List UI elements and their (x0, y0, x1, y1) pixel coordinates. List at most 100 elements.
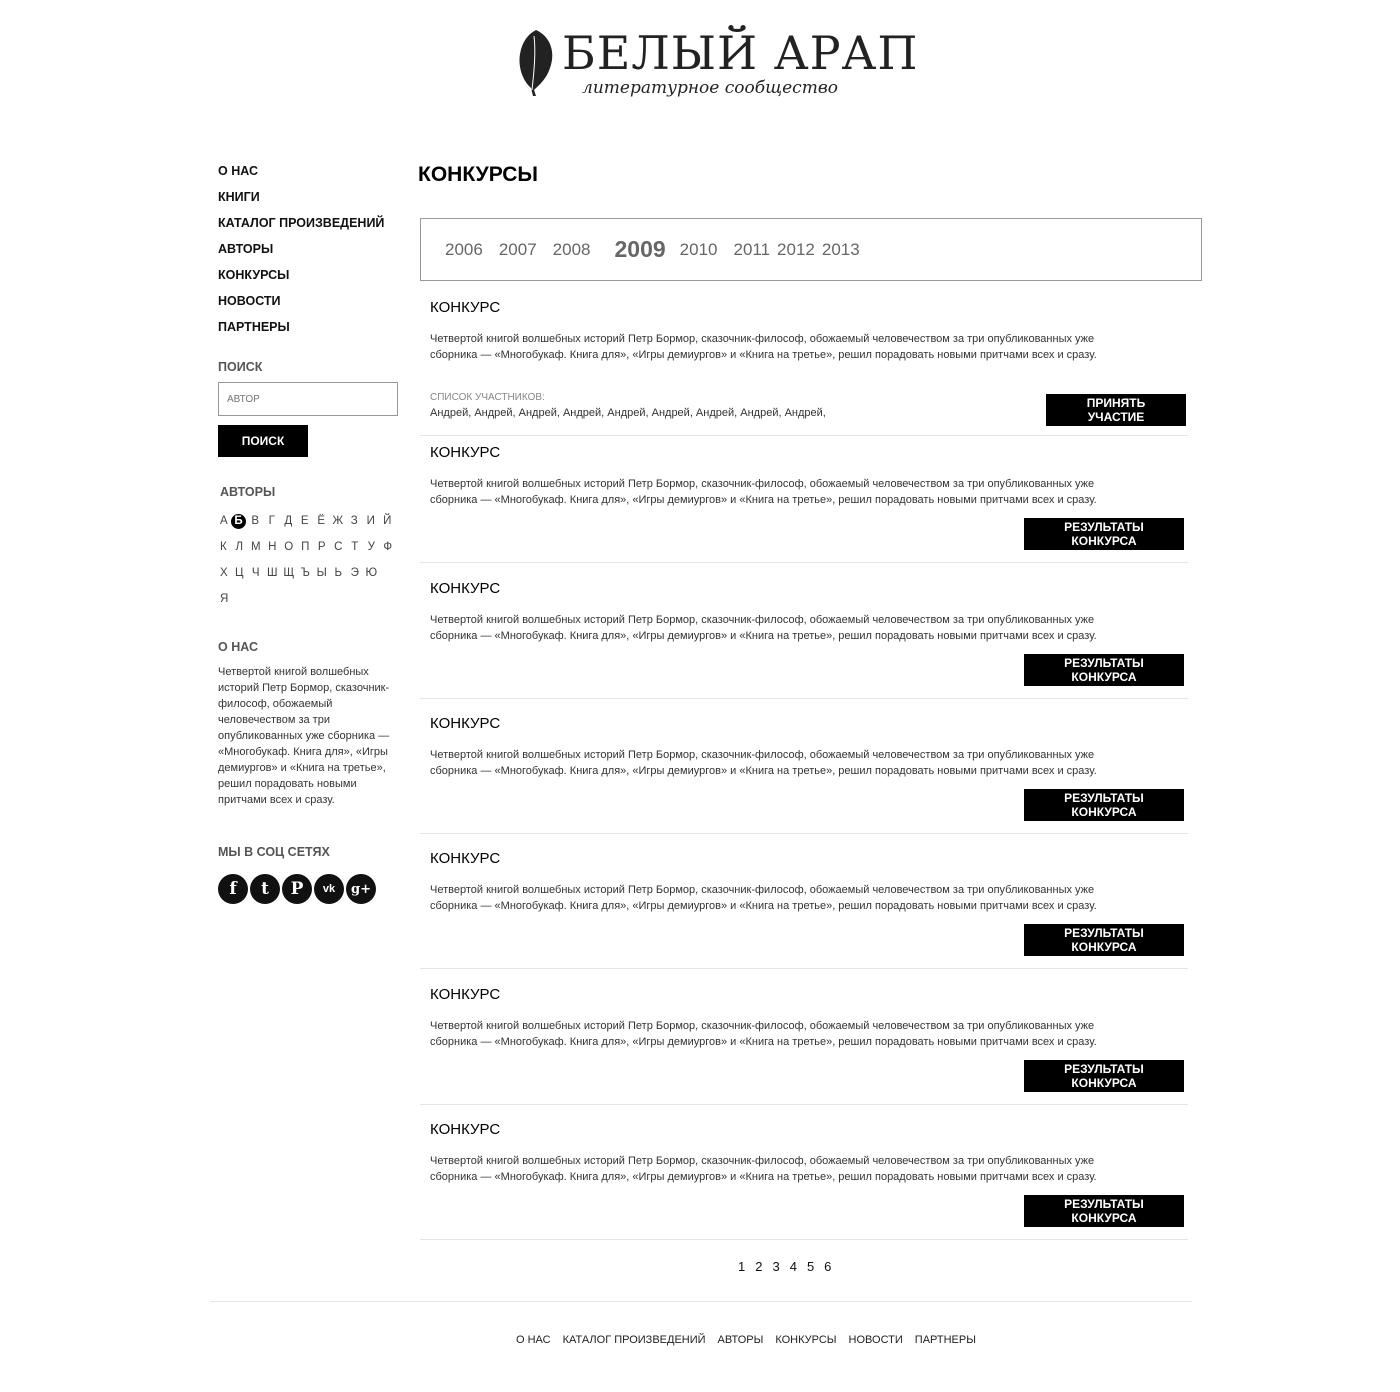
alphabet-letter[interactable]: У (363, 541, 380, 553)
contest-title[interactable]: КОНКУРС (430, 850, 500, 867)
footer-link[interactable]: КАТАЛОГ ПРОИЗВЕДЕНИЙ (563, 1334, 706, 1346)
social-title: МЫ В СОЦ СЕТЯХ (218, 845, 330, 859)
alphabet-letter[interactable]: К (220, 541, 231, 553)
contest-title[interactable]: КОНКУРС (430, 715, 500, 732)
alphabet-letter[interactable]: Д (280, 515, 297, 527)
contest-item: КОНКУРС Четвертой книгой волшебных истори… (420, 979, 1188, 1105)
alphabet-letter[interactable]: Н (264, 541, 281, 553)
alphabet-letter[interactable]: Ю (363, 567, 380, 579)
year-tab-2007[interactable]: 2007 (499, 240, 537, 260)
nav-item-partners[interactable]: ПАРТНЕРЫ (218, 316, 400, 342)
about-text: Четвертой книгой волшебных историй Петр … (218, 666, 390, 806)
footer-link[interactable]: АВТОРЫ (718, 1334, 764, 1346)
contest-results-button[interactable]: РЕЗУЛЬТАТЫ КОНКУРСА (1024, 789, 1184, 821)
alphabet-letter[interactable]: И (363, 515, 380, 527)
alphabet-letter[interactable]: Г (264, 515, 281, 527)
year-tab-2013[interactable]: 2013 (822, 240, 860, 260)
alphabet-letter[interactable]: Л (231, 541, 248, 553)
page-link[interactable]: 4 (790, 1259, 797, 1274)
nav-item-about[interactable]: О НАС (218, 160, 400, 186)
page-link[interactable]: 1 (738, 1259, 745, 1274)
contest-results-button[interactable]: РЕЗУЛЬТАТЫ КОНКУРСА (1024, 518, 1184, 550)
twitter-icon[interactable]: t (250, 874, 280, 904)
page-link[interactable]: 6 (824, 1259, 831, 1274)
nav-item-catalog[interactable]: КАТАЛОГ ПРОИЗВЕДЕНИЙ (218, 212, 400, 238)
alphabet-letter[interactable]: Ь (330, 567, 347, 579)
contest-results-button[interactable]: РЕЗУЛЬТАТЫ КОНКУРСА (1024, 654, 1184, 686)
nav-item-authors[interactable]: АВТОРЫ (218, 238, 400, 264)
alphabet-letter[interactable]: М (248, 541, 265, 553)
page-link[interactable]: 5 (807, 1259, 814, 1274)
alphabet-letter[interactable]: Ц (231, 567, 248, 579)
alphabet-letter[interactable]: О (281, 541, 298, 553)
footer-link[interactable]: ПАРТНЕРЫ (915, 1334, 976, 1346)
sidebar: О НАС КНИГИ КАТАЛОГ ПРОИЗВЕДЕНИЙ АВТОРЫ … (218, 160, 400, 904)
logo-title: БЕЛЫЙ АРАП (562, 26, 919, 80)
search-input[interactable] (218, 382, 398, 416)
page-title: КОНКУРСЫ (418, 163, 538, 186)
alphabet-letter[interactable]: Х (220, 567, 231, 579)
alphabet-letter[interactable]: Ы (314, 567, 331, 579)
logo-subtitle: литературное сообщество (582, 78, 838, 98)
contest-title[interactable]: КОНКУРС (430, 299, 500, 316)
alphabet-letter[interactable]: Ё (313, 515, 330, 527)
alphabet-letter[interactable]: В (247, 515, 264, 527)
contest-item: КОНКУРС Четвертой книгой волшебных истори… (420, 1114, 1188, 1240)
contest-results-button[interactable]: РЕЗУЛЬТАТЫ КОНКУРСА (1024, 1195, 1184, 1227)
participants-label: СПИСОК УЧАСТНИКОВ: (430, 392, 545, 403)
year-tab-2006[interactable]: 2006 (445, 240, 483, 260)
alphabet-letter[interactable]: З (346, 515, 363, 527)
contest-title[interactable]: КОНКУРС (430, 580, 500, 597)
alphabet-letter[interactable]: Р (314, 541, 331, 553)
alphabet-letter[interactable]: Ф (380, 541, 397, 553)
year-tab-2012[interactable]: 2012 (777, 240, 815, 260)
join-contest-button[interactable]: ПРИНЯТЬ УЧАСТИЕ (1046, 394, 1186, 426)
alphabet-letter[interactable]: Ъ (297, 567, 314, 579)
contest-title[interactable]: КОНКУРС (430, 986, 500, 1003)
contest-description: Четвертой книгой волшебных историй Петр … (430, 1155, 1097, 1183)
facebook-icon[interactable]: f (218, 874, 248, 904)
sidebar-nav: О НАС КНИГИ КАТАЛОГ ПРОИЗВЕДЕНИЙ АВТОРЫ … (218, 160, 400, 342)
google-plus-icon[interactable]: g+ (346, 874, 376, 904)
footer-link[interactable]: КОНКУРСЫ (775, 1334, 836, 1346)
alphabet-letter[interactable]: Я (220, 593, 231, 605)
authors-title: АВТОРЫ (220, 485, 276, 499)
footer-link[interactable]: О НАС (516, 1334, 551, 1346)
contest-results-button[interactable]: РЕЗУЛЬТАТЫ КОНКУРСА (1024, 924, 1184, 956)
alphabet-letter[interactable]: Ш (264, 567, 281, 579)
search-button[interactable]: ПОИСК (218, 425, 308, 457)
year-tab-2010[interactable]: 2010 (680, 240, 718, 260)
alphabet-letter[interactable]: Щ (281, 567, 298, 579)
alphabet-row: ХЦЧШЩЪЫЬЭЮ (220, 560, 402, 586)
participants-list: Андрей, Андрей, Андрей, Андрей, Андрей, … (430, 407, 826, 419)
alphabet-letter[interactable]: Ч (248, 567, 265, 579)
nav-item-contests[interactable]: КОНКУРСЫ (218, 264, 400, 290)
alphabet-letter[interactable]: Е (297, 515, 314, 527)
page-link[interactable]: 2 (755, 1259, 762, 1274)
contest-title[interactable]: КОНКУРС (430, 1121, 500, 1138)
alphabet-letter[interactable]: А (220, 515, 231, 527)
contest-results-button[interactable]: РЕЗУЛЬТАТЫ КОНКУРСА (1024, 1060, 1184, 1092)
year-tab-2011[interactable]: 2011 (733, 240, 770, 260)
social-links: f t Pvk g+ (218, 874, 376, 904)
vk-icon[interactable]: vk (314, 874, 344, 904)
page-link[interactable]: 3 (772, 1259, 779, 1274)
contest-description: Четвертой книгой волшебных историй Петр … (430, 614, 1097, 642)
contest-item: КОНКУРС Четвертой книгой волшебных истори… (420, 708, 1188, 834)
alphabet-letter[interactable]: С (330, 541, 347, 553)
site-logo[interactable]: БЕЛЫЙ АРАП литературное сообщество (516, 26, 918, 100)
year-tab-2008[interactable]: 2008 (553, 240, 591, 260)
alphabet-letter[interactable]: Т (347, 541, 364, 553)
alphabet-row: Я (220, 586, 402, 612)
footer-link[interactable]: НОВОСТИ (849, 1334, 903, 1346)
alphabet-letter[interactable]: Э (347, 567, 364, 579)
alphabet-letter[interactable]: Й (379, 515, 396, 527)
nav-item-news[interactable]: НОВОСТИ (218, 290, 400, 316)
alphabet-letter[interactable]: Ж (330, 515, 347, 527)
nav-item-books[interactable]: КНИГИ (218, 186, 400, 212)
pinterest-icon[interactable]: P (282, 874, 312, 904)
year-tab-2009[interactable]: 2009 (614, 236, 665, 263)
contest-title[interactable]: КОНКУРС (430, 444, 500, 461)
alphabet-letter[interactable]: Б (231, 513, 246, 529)
alphabet-letter[interactable]: П (297, 541, 314, 553)
